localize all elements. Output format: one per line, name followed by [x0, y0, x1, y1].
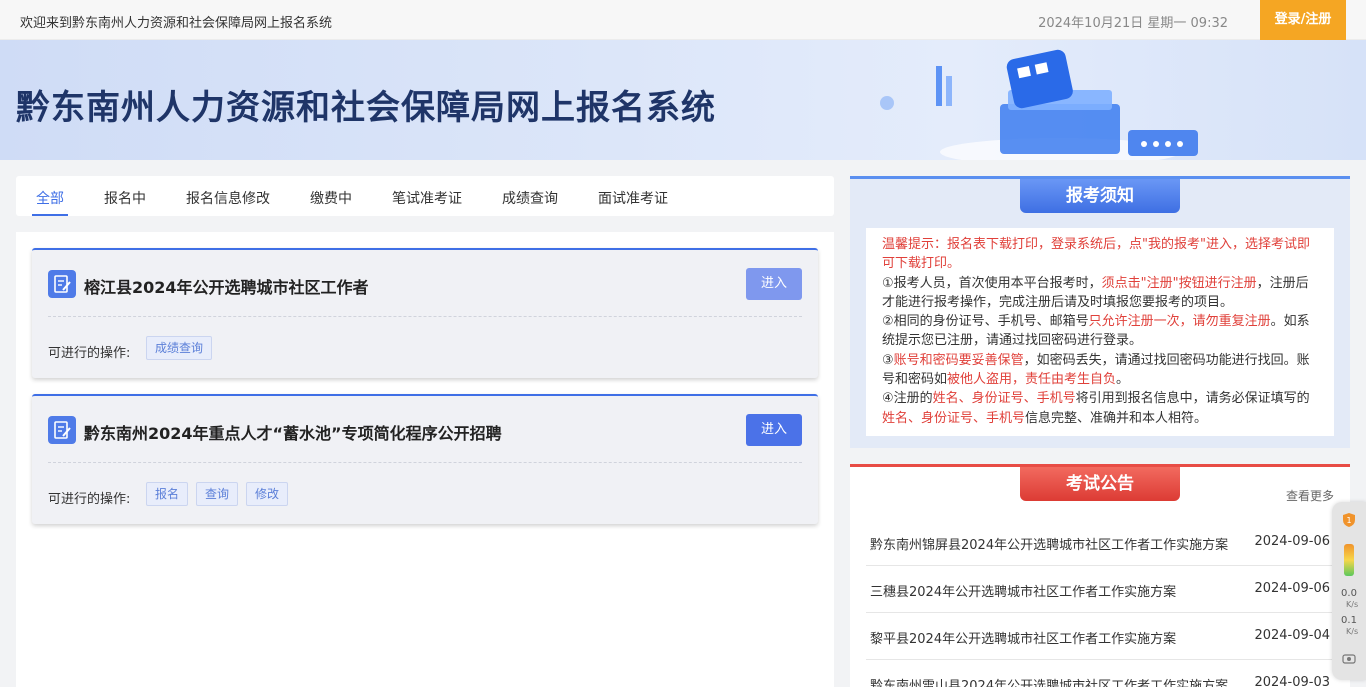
shield-badge-icon: 1 [1343, 513, 1355, 527]
announcement-title: 黔东南州雷山县2024年公开选聘城市社区工作者工作实施方案 [870, 679, 1229, 687]
network-speed-widget[interactable]: 1 0.0 K/s 0.1 K/s [1332, 502, 1366, 680]
action-modify[interactable]: 修改 [246, 482, 289, 506]
exam-card: 黔东南州2024年重点人才“蓄水池”专项简化程序公开招聘 进入 可进行的操作: … [32, 394, 818, 524]
tab-edit-registration[interactable]: 报名信息修改 [186, 188, 270, 208]
banner-illustration [880, 49, 1198, 160]
tab-written-admission[interactable]: 笔试准考证 [392, 188, 462, 208]
tab-all[interactable]: 全部 [32, 188, 68, 216]
exam-notice-panel: 报考须知 温馨提示：报名表下载打印，登录系统后，点"我的报考"进入，选择考试即可… [850, 176, 1350, 448]
exam-announcements-panel: 考试公告 查看更多 黔东南州锦屏县2024年公开选聘城市社区工作者工作实施方案 … [850, 464, 1350, 687]
edit-form-icon [48, 270, 76, 298]
tab-score-query[interactable]: 成绩查询 [502, 188, 558, 208]
exam-title: 榕江县2024年公开选聘城市社区工作者 [84, 278, 369, 297]
notice-body: 温馨提示：报名表下载打印，登录系统后，点"我的报考"进入，选择考试即可下载打印。… [866, 228, 1334, 436]
announcement-row[interactable]: 黔东南州锦屏县2024年公开选聘城市社区工作者工作实施方案 2024-09-06 [866, 519, 1334, 566]
card-divider [48, 316, 802, 317]
announcement-title: 黔东南州锦屏县2024年公开选聘城市社区工作者工作实施方案 [870, 538, 1229, 553]
current-datetime: 2024年10月21日 星期一 09:32 [1038, 16, 1228, 31]
edit-form-icon [48, 416, 76, 444]
announcement-title: 黎平县2024年公开选聘城市社区工作者工作实施方案 [870, 632, 1177, 647]
announcement-title: 三穗县2024年公开选聘城市社区工作者工作实施方案 [870, 585, 1177, 600]
notice-rule-2: ②相同的身份证号、手机号、邮箱号只允许注册一次，请勿重复注册。如系统提示您已注册… [882, 314, 1310, 349]
notice-tip: 温馨提示：报名表下载打印，登录系统后，点"我的报考"进入，选择考试即可下载打印。 [882, 237, 1310, 272]
action-register[interactable]: 报名 [146, 482, 189, 506]
enter-button[interactable]: 进入 [746, 268, 802, 300]
notice-rule-1: ①报考人员，首次使用本平台报考时，须点击"注册"按钮进行注册，注册后才能进行报考… [882, 275, 1309, 310]
upload-speed: 0.0 [1341, 588, 1357, 599]
announcement-date: 2024-09-06 [1254, 534, 1330, 549]
download-unit: K/s [1346, 627, 1359, 636]
announcement-date: 2024-09-03 [1254, 675, 1330, 687]
exam-title: 黔东南州2024年重点人才“蓄水池”专项简化程序公开招聘 [84, 424, 502, 443]
announcement-row[interactable]: 三穗县2024年公开选聘城市社区工作者工作实施方案 2024-09-06 [866, 566, 1334, 613]
announcement-date: 2024-09-04 [1254, 628, 1330, 643]
download-speed: 0.1 [1341, 615, 1357, 626]
action-query[interactable]: 查询 [196, 482, 239, 506]
card-divider [48, 462, 802, 463]
exam-card: 榕江县2024年公开选聘城市社区工作者 进入 可进行的操作: 成绩查询 [32, 248, 818, 378]
action-score-query[interactable]: 成绩查询 [146, 336, 213, 360]
notice-heading: 报考须知 [1020, 179, 1180, 213]
tab-payment[interactable]: 缴费中 [310, 188, 352, 208]
top-bar: 欢迎来到黔东南州人力资源和社会保障局网上报名系统 2024年10月21日 星期一… [0, 0, 1366, 40]
welcome-text: 欢迎来到黔东南州人力资源和社会保障局网上报名系统 [20, 16, 333, 31]
camera-icon [1342, 654, 1356, 664]
view-more-link[interactable]: 查看更多 [1286, 487, 1334, 504]
site-title: 黔东南州人力资源和社会保障局网上报名系统 [16, 88, 716, 128]
header-banner: 黔东南州人力资源和社会保障局网上报名系统 [0, 40, 1366, 160]
notice-rule-4: ④注册的姓名、身份证号、手机号将引用到报名信息中，请务必保证填写的姓名、身份证号… [882, 391, 1310, 426]
upload-unit: K/s [1346, 600, 1359, 609]
enter-button[interactable]: 进入 [746, 414, 802, 446]
exam-list: 榕江县2024年公开选聘城市社区工作者 进入 可进行的操作: 成绩查询 黔东南州… [16, 232, 834, 687]
announcement-row[interactable]: 黎平县2024年公开选聘城市社区工作者工作实施方案 2024-09-04 [866, 613, 1334, 660]
available-actions-label: 可进行的操作: [48, 492, 131, 507]
available-actions-label: 可进行的操作: [48, 346, 131, 361]
notice-rule-3: ③账号和密码要妥善保管，如密码丢失，请通过找回密码功能进行找回。账号和密码如被他… [882, 352, 1310, 388]
announcement-row[interactable]: 黔东南州雷山县2024年公开选聘城市社区工作者工作实施方案 2024-09-03 [866, 660, 1334, 687]
announcement-date: 2024-09-06 [1254, 581, 1330, 596]
badge-count: 1 [1346, 516, 1351, 525]
tab-interview-admission[interactable]: 面试准考证 [598, 188, 668, 208]
login-register-button[interactable]: 登录/注册 [1260, 0, 1346, 40]
speed-meter-icon [1344, 544, 1354, 576]
status-tabs: 全部 报名中 报名信息修改 缴费中 笔试准考证 成绩查询 面试准考证 [16, 176, 834, 216]
announcements-heading: 考试公告 [1020, 467, 1180, 501]
tab-registering[interactable]: 报名中 [104, 188, 146, 208]
